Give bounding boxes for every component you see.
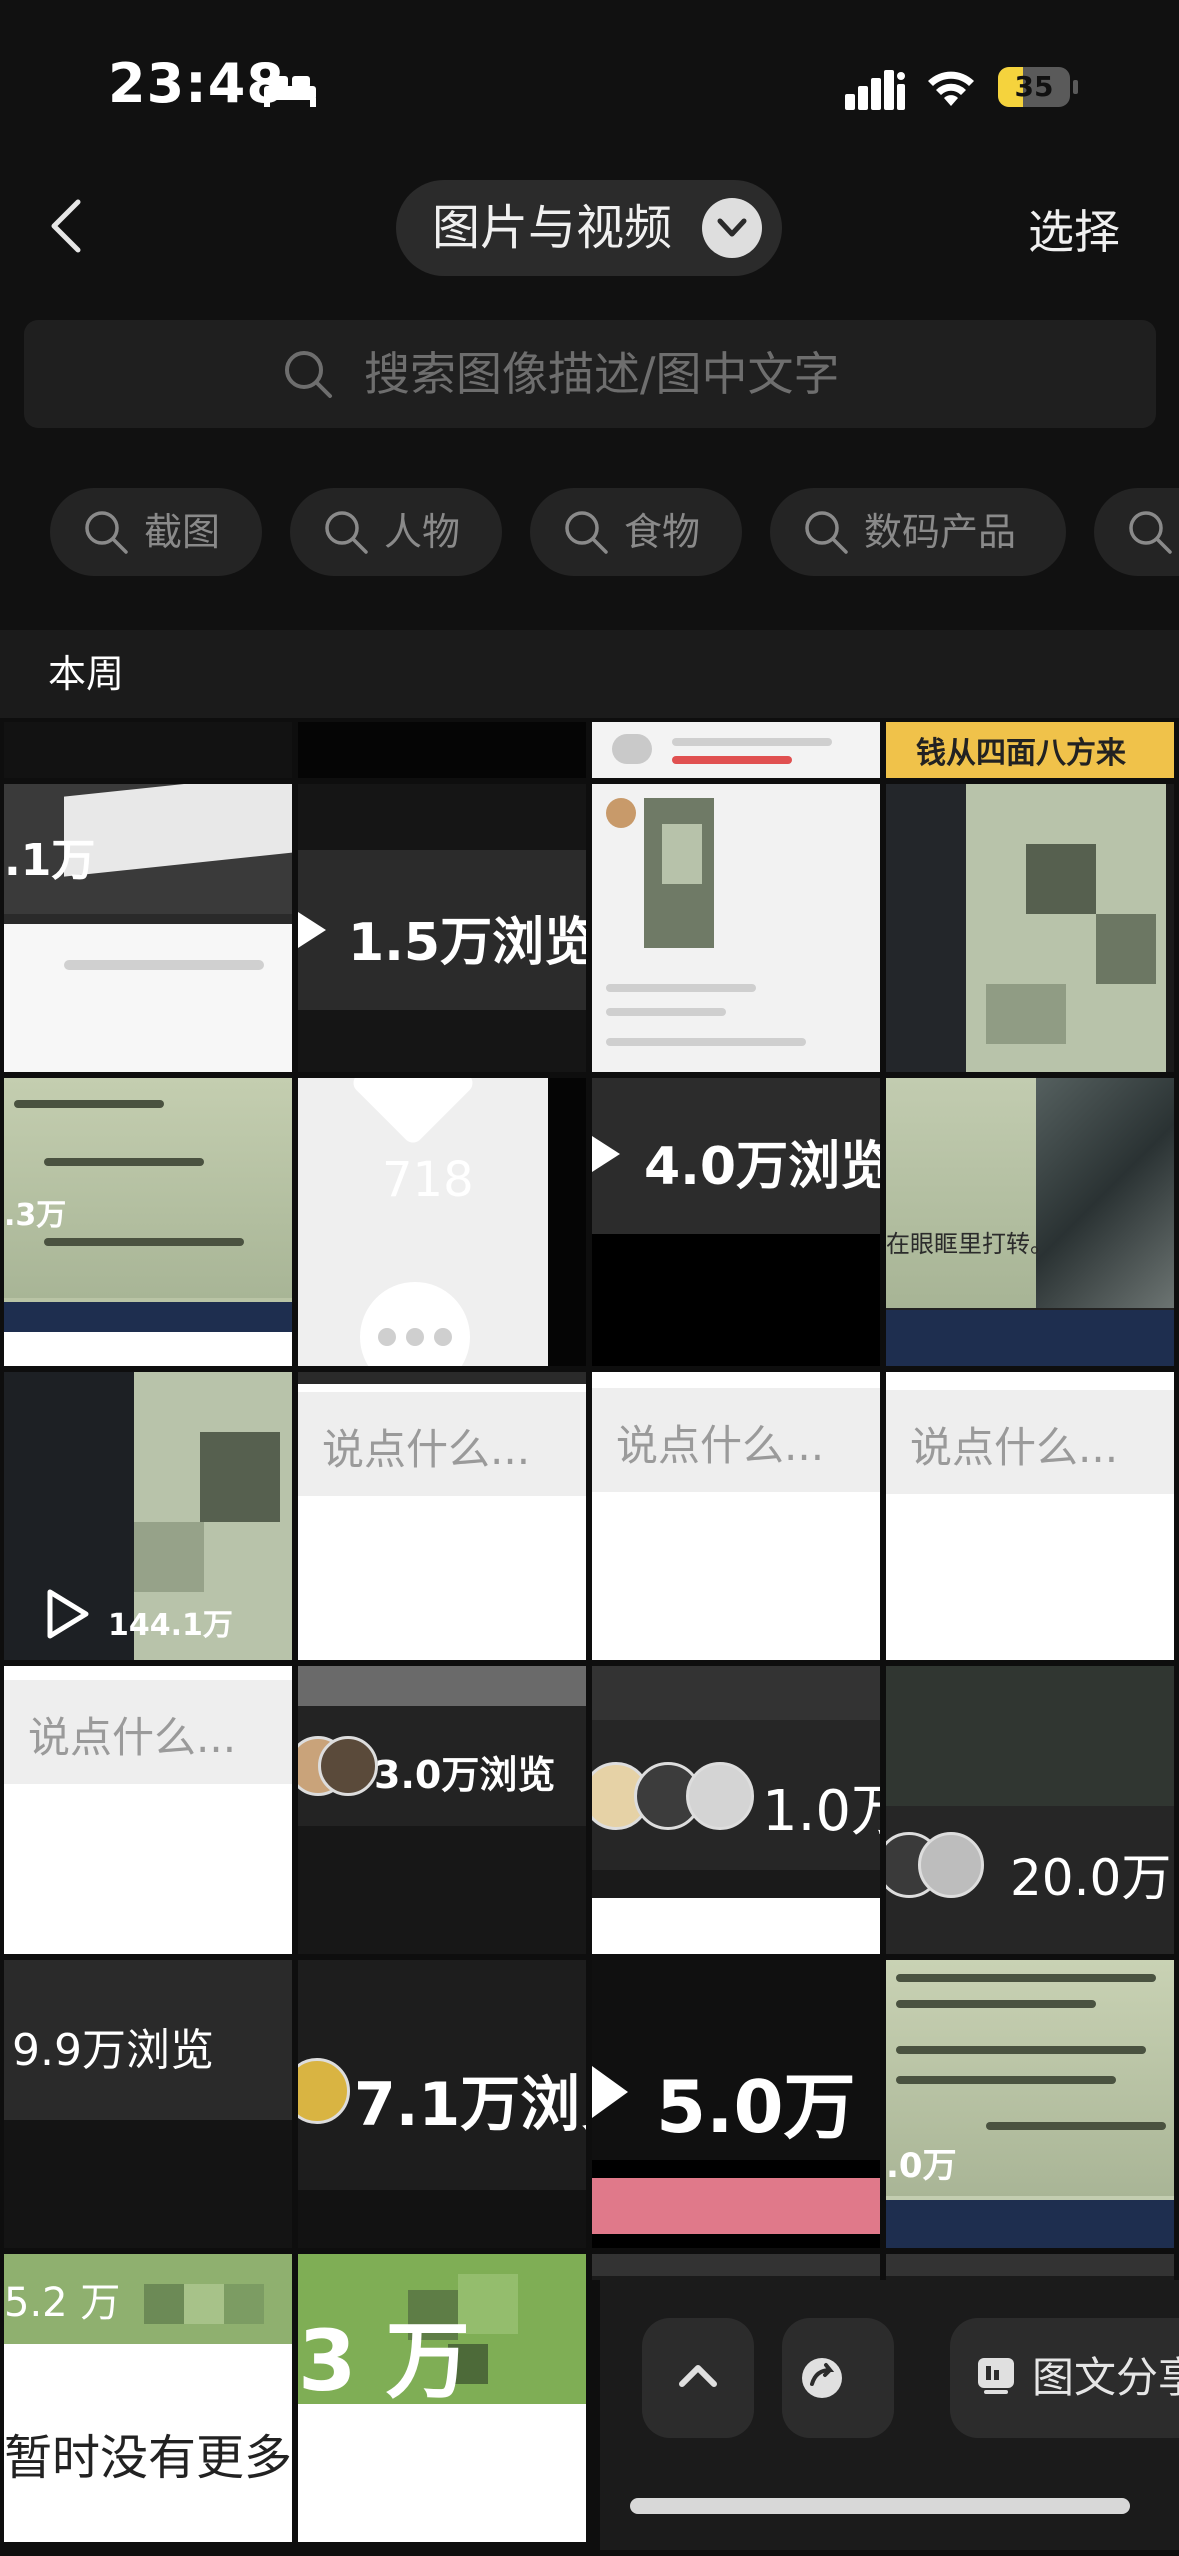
media-thumbnail[interactable]: 3.0万浏览 bbox=[298, 1666, 586, 1954]
chip-label: 截图 bbox=[144, 510, 221, 554]
media-thumbnail[interactable]: 5.2 万 暂时没有更多了 bbox=[4, 2254, 292, 2542]
view-count: 9.9万浏览 bbox=[12, 2025, 214, 2076]
chip-more[interactable] bbox=[1094, 488, 1179, 576]
search-icon bbox=[85, 511, 128, 554]
chevron-left-icon[interactable] bbox=[44, 196, 88, 256]
no-more-text: 暂时没有更多了 bbox=[4, 2430, 292, 2486]
thumbnail-caption: 在眼眶里打转。 bbox=[886, 1230, 1054, 1258]
search-icon bbox=[285, 351, 332, 398]
status-time: 23:48 bbox=[108, 52, 285, 115]
search-icon bbox=[565, 511, 608, 554]
view-count: 20.0万 bbox=[1010, 1849, 1172, 1907]
filter-chips: 截图 人物 食物 数码产品 bbox=[0, 488, 1179, 576]
media-thumbnail[interactable]: 说点什么... bbox=[592, 1372, 880, 1660]
select-button[interactable]: 选择 bbox=[1028, 196, 1120, 262]
media-thumbnail[interactable]: 1.0万 bbox=[592, 1666, 880, 1954]
view-count: .3万 bbox=[4, 1198, 67, 1233]
search-placeholder: 搜索图像描述/图中文字 bbox=[364, 347, 840, 401]
avatar bbox=[686, 1762, 754, 1830]
comment-prompt: 说点什么... bbox=[616, 1421, 825, 1470]
battery-icon: 35 bbox=[998, 67, 1078, 107]
avatar bbox=[318, 1736, 378, 1796]
picture-text-icon bbox=[978, 2358, 1014, 2394]
signal-icon bbox=[845, 70, 905, 110]
chevron-up-icon bbox=[679, 2365, 717, 2387]
media-thumbnail[interactable] bbox=[886, 784, 1174, 1072]
media-thumbnail[interactable]: 说点什么... bbox=[298, 1372, 586, 1660]
view-count: 144.1万 bbox=[108, 1608, 233, 1643]
view-count: 4.0万浏览 bbox=[644, 1137, 880, 1197]
chip-food[interactable]: 食物 bbox=[530, 488, 742, 576]
view-count: 5.0万 bbox=[656, 2065, 856, 2149]
chip-label: 数码产品 bbox=[864, 510, 1017, 554]
panel-drag-handle[interactable] bbox=[630, 2498, 1130, 2514]
view-count: 1.0万 bbox=[762, 1779, 880, 1844]
media-thumbnail[interactable] bbox=[592, 784, 880, 1072]
view-count: 7.1万浏览 bbox=[354, 2070, 586, 2140]
picture-text-share-button[interactable]: 图文分享 bbox=[950, 2318, 1179, 2438]
page-title: 图片与视频 bbox=[432, 200, 673, 256]
section-header: 本周 bbox=[0, 630, 1179, 718]
media-thumbnail[interactable] bbox=[4, 722, 292, 778]
search-input[interactable]: 搜索图像描述/图中文字 bbox=[24, 320, 1156, 428]
media-thumbnail[interactable]: 说点什么... bbox=[4, 1666, 292, 1954]
media-thumbnail[interactable] bbox=[298, 722, 586, 778]
view-count: 3 万 bbox=[298, 2312, 470, 2410]
grid-divider bbox=[592, 2280, 600, 2550]
view-count: 5.2 万 bbox=[4, 2280, 121, 2326]
view-count: .0万 bbox=[886, 2146, 957, 2186]
avatar bbox=[918, 1832, 984, 1898]
media-thumbnail[interactable]: .0万 bbox=[886, 1960, 1174, 2248]
chip-label: 人物 bbox=[384, 510, 461, 554]
chevron-down-icon bbox=[702, 198, 762, 258]
search-icon bbox=[805, 511, 848, 554]
floating-share-panel: 图文分享 bbox=[592, 2280, 1179, 2550]
section-title: 本周 bbox=[48, 652, 125, 696]
comment-prompt: 说点什么... bbox=[322, 1425, 531, 1474]
media-thumbnail[interactable]: 钱从四面八方来 bbox=[886, 722, 1174, 778]
media-thumbnail[interactable]: 718 bbox=[298, 1078, 586, 1366]
media-thumbnail[interactable]: 7.1万浏览 bbox=[298, 1960, 586, 2248]
media-thumbnail[interactable]: 4.0万浏览 bbox=[592, 1078, 880, 1366]
media-thumbnail[interactable] bbox=[592, 722, 880, 778]
play-icon bbox=[47, 1589, 89, 1639]
media-thumbnail[interactable]: 1.5万浏览 bbox=[298, 784, 586, 1072]
view-count: .1万 bbox=[4, 835, 96, 886]
media-thumbnail[interactable]: 3 万 bbox=[298, 2254, 586, 2542]
chip-label: 食物 bbox=[624, 510, 701, 554]
chip-digital-products[interactable]: 数码产品 bbox=[770, 488, 1066, 576]
chip-screenshot[interactable]: 截图 bbox=[50, 488, 262, 576]
media-thumbnail[interactable]: .3万 bbox=[4, 1078, 292, 1366]
media-thumbnail[interactable]: .1万 bbox=[4, 784, 292, 1072]
media-thumbnail[interactable]: 在眼眶里打转。 bbox=[886, 1078, 1174, 1366]
like-count: 718 bbox=[382, 1152, 474, 1208]
comment-prompt: 说点什么... bbox=[28, 1713, 237, 1762]
media-thumbnail[interactable]: 20.0万 bbox=[886, 1666, 1174, 1954]
picture-text-label: 图文分享 bbox=[1032, 2353, 1179, 2402]
comment-prompt: 说点什么... bbox=[910, 1423, 1119, 1472]
chip-people[interactable]: 人物 bbox=[290, 488, 502, 576]
album-type-dropdown[interactable]: 图片与视频 bbox=[396, 180, 782, 276]
bed-icon bbox=[264, 76, 316, 107]
share-icon bbox=[802, 2358, 842, 2398]
view-count: 1.5万浏览 bbox=[348, 913, 586, 973]
search-icon bbox=[325, 511, 368, 554]
media-thumbnail[interactable]: 说点什么... bbox=[886, 1372, 1174, 1660]
thumbnail-caption: 钱从四面八方来 bbox=[916, 736, 1126, 771]
media-thumbnail[interactable]: 5.0万 bbox=[592, 1960, 880, 2248]
search-icon bbox=[1129, 511, 1172, 554]
battery-percent: 35 bbox=[1014, 70, 1054, 103]
media-thumbnail[interactable]: 9.9万浏览 bbox=[4, 1960, 292, 2248]
view-count: 3.0万浏览 bbox=[374, 1753, 556, 1797]
media-thumbnail[interactable]: 144.1万 bbox=[4, 1372, 292, 1660]
collapse-button[interactable] bbox=[642, 2318, 754, 2438]
status-bar: 23:48 35 bbox=[0, 0, 1179, 170]
wifi-icon bbox=[928, 71, 974, 106]
share-button[interactable] bbox=[782, 2318, 894, 2438]
